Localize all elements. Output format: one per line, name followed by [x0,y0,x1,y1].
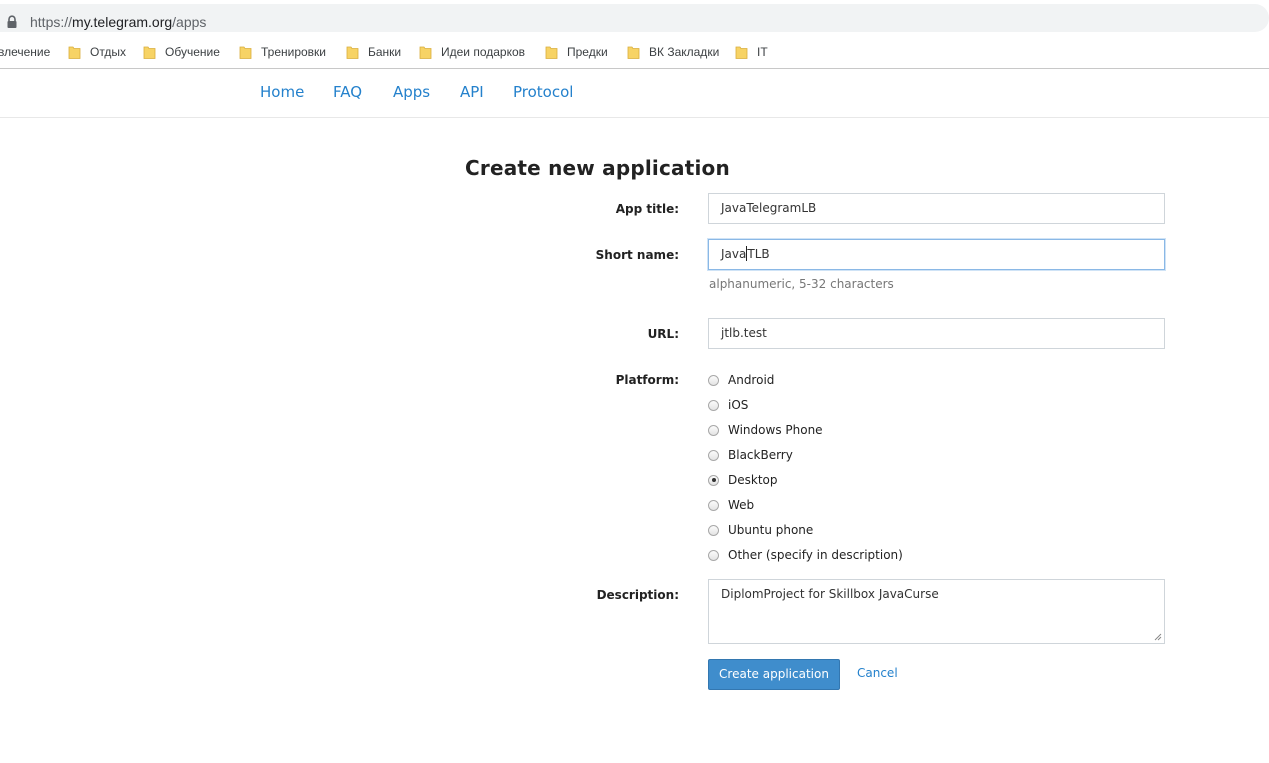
description-label: Description: [596,588,679,602]
bookmark-item[interactable]: Предки [545,43,608,61]
url-text: https://my.telegram.org/apps [30,14,207,30]
platform-label: Platform: [615,373,679,387]
app-title-input[interactable]: JavaTelegramLB [708,193,1165,224]
bookmark-item[interactable]: влечение [0,43,50,61]
platform-option-other[interactable]: Other (specify in description) [708,546,903,564]
nav-home[interactable]: Home [260,83,304,101]
site-nav: Home FAQ Apps API Protocol [0,69,1269,118]
folder-icon [239,46,252,59]
address-bar: https://my.telegram.org/apps [0,0,1269,36]
radio-button-checked[interactable] [708,474,719,486]
folder-icon [143,46,156,59]
folder-icon [346,46,359,59]
url-field[interactable]: https://my.telegram.org/apps [0,4,1269,32]
short-name-value-start: Java [721,247,747,261]
bookmark-item[interactable]: Отдых [68,43,126,61]
platform-option-web[interactable]: Web [708,496,754,514]
short-name-label: Short name: [595,248,679,262]
bookmark-item[interactable]: Идеи подарков [419,43,525,61]
cancel-link[interactable]: Cancel [857,666,898,680]
nav-faq[interactable]: FAQ [333,83,362,101]
platform-option-blackberry[interactable]: BlackBerry [708,446,793,464]
platform-option-android[interactable]: Android [708,371,774,389]
nav-api[interactable]: API [460,83,484,101]
nav-protocol[interactable]: Protocol [513,83,573,101]
app-title-label: App title: [615,202,679,216]
radio-button[interactable] [708,499,719,511]
platform-option-ubuntu-phone[interactable]: Ubuntu phone [708,521,813,539]
short-name-value-end: TLB [747,247,770,261]
lock-icon [7,15,17,28]
folder-icon [419,46,432,59]
radio-button[interactable] [708,424,719,436]
radio-button[interactable] [708,524,719,536]
radio-button[interactable] [708,399,719,411]
url-value: jtlb.test [721,326,767,340]
nav-apps[interactable]: Apps [393,83,430,101]
description-value: DiplomProject for Skillbox JavaCurse [721,587,939,601]
create-application-button[interactable]: Create application [708,659,840,690]
bookmarks-bar: влечение Отдых Обучение Тренировки Банки… [0,36,1269,69]
bookmark-item[interactable]: ВК Закладки [627,43,719,61]
platform-option-ios[interactable]: iOS [708,396,748,414]
folder-icon [545,46,558,59]
folder-icon [68,46,81,59]
radio-button[interactable] [708,549,719,561]
radio-button[interactable] [708,449,719,461]
short-name-input[interactable]: JavaTLB [708,239,1165,270]
url-input[interactable]: jtlb.test [708,318,1165,349]
platform-option-desktop[interactable]: Desktop [708,471,778,489]
page-title: Create new application [465,156,730,180]
bookmark-item[interactable]: Тренировки [239,43,326,61]
folder-icon [627,46,640,59]
bookmark-item[interactable]: Обучение [143,43,220,61]
url-label: URL: [647,327,679,341]
platform-option-windows-phone[interactable]: Windows Phone [708,421,823,439]
bookmark-item[interactable]: IT [735,43,768,61]
bookmark-item[interactable]: Банки [346,43,401,61]
short-name-hint: alphanumeric, 5-32 characters [709,277,894,291]
description-textarea[interactable]: DiplomProject for Skillbox JavaCurse [708,579,1165,644]
resize-handle-icon[interactable] [1154,633,1162,641]
app-title-value: JavaTelegramLB [721,201,817,215]
radio-button[interactable] [708,374,719,386]
folder-icon [735,46,748,59]
